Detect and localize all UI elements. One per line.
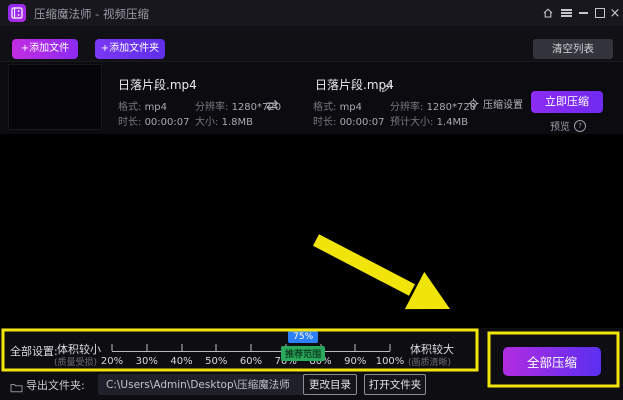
source-format: 格式: mp4 <box>118 98 167 113</box>
add-file-button[interactable]: +添加文件 <box>12 39 78 59</box>
tick-label: 90% <box>344 356 366 367</box>
home-button[interactable] <box>539 0 557 26</box>
smaller-size-sublabel: (质量受损) <box>54 355 97 368</box>
slider-value-tooltip: 75% <box>288 331 318 343</box>
tick-label: 20% <box>101 356 123 367</box>
recommended-range-badge[interactable]: 推荐范围 <box>281 346 325 361</box>
all-settings-label: 全部设置: <box>10 343 58 359</box>
toolbar: +添加文件 +添加文件夹 清空列表 <box>0 26 623 61</box>
gear-icon <box>468 98 479 109</box>
titlebar: 压缩魔法师 - 视频压缩 × <box>0 0 623 26</box>
target-duration: 时长: 00:00:07 <box>313 113 384 128</box>
source-size: 大小: 1.8MB <box>195 113 253 128</box>
tick-label: 60% <box>240 356 262 367</box>
minimize-icon <box>579 12 588 14</box>
compress-now-button[interactable]: 立即压缩 <box>531 91 603 113</box>
video-thumbnail[interactable] <box>8 64 102 130</box>
app-window: 压缩魔法师 - 视频压缩 × +添加文件 +添加文件夹 清空列表 日落片段.mp… <box>0 0 623 400</box>
menu-button[interactable] <box>557 0 575 26</box>
app-logo-icon <box>8 4 26 22</box>
export-folder-icon <box>10 378 23 397</box>
add-folder-button[interactable]: +添加文件夹 <box>95 39 165 59</box>
clear-list-button[interactable]: 清空列表 <box>533 39 613 59</box>
export-path-input[interactable] <box>98 374 304 395</box>
swap-arrows-icon: ⇄ <box>266 96 279 114</box>
target-est-size: 预计大小: 1.4MB <box>390 113 468 128</box>
source-duration: 时长: 00:00:07 <box>118 113 189 128</box>
help-circle-icon: ? <box>574 120 586 132</box>
maximize-icon <box>595 8 605 18</box>
minimize-button[interactable] <box>574 0 592 26</box>
file-list-row: 日落片段.mp4 格式: mp4 分辨率: 1280*720 时长: 00:00… <box>0 61 623 134</box>
compression-level-slider[interactable]: 20% 30% 40% 50% 60% 70% 80% 90% 100% 推荐范… <box>108 328 394 372</box>
larger-size-sublabel: (画质清晰) <box>408 355 451 368</box>
compression-settings-button[interactable]: 压缩设置 <box>468 96 523 111</box>
tick-label: 100% <box>376 356 405 367</box>
export-folder-label: 导出文件夹: <box>26 377 85 393</box>
home-icon <box>542 7 554 19</box>
tick-label: 40% <box>170 356 192 367</box>
target-resolution: 分辨率: 1280*720 <box>390 98 476 113</box>
target-format: 格式: mp4 <box>313 98 362 113</box>
tick-label: 30% <box>136 356 158 367</box>
file-list-empty-area <box>0 134 623 328</box>
hamburger-icon <box>561 8 572 19</box>
edit-name-button[interactable] <box>381 78 392 97</box>
change-directory-button[interactable]: 更改目录 <box>303 374 357 395</box>
source-file-name: 日落片段.mp4 <box>118 76 197 93</box>
close-icon: × <box>610 7 621 20</box>
pencil-icon <box>381 82 392 93</box>
window-title: 压缩魔法师 - 视频压缩 <box>34 6 149 22</box>
slider-track[interactable] <box>112 351 390 352</box>
close-button[interactable]: × <box>606 0 623 26</box>
preview-link[interactable]: 预览 ? <box>550 118 586 133</box>
open-folder-button[interactable]: 打开文件夹 <box>364 374 426 395</box>
tick-label: 50% <box>205 356 227 367</box>
compress-all-button[interactable]: 全部压缩 <box>503 347 601 376</box>
